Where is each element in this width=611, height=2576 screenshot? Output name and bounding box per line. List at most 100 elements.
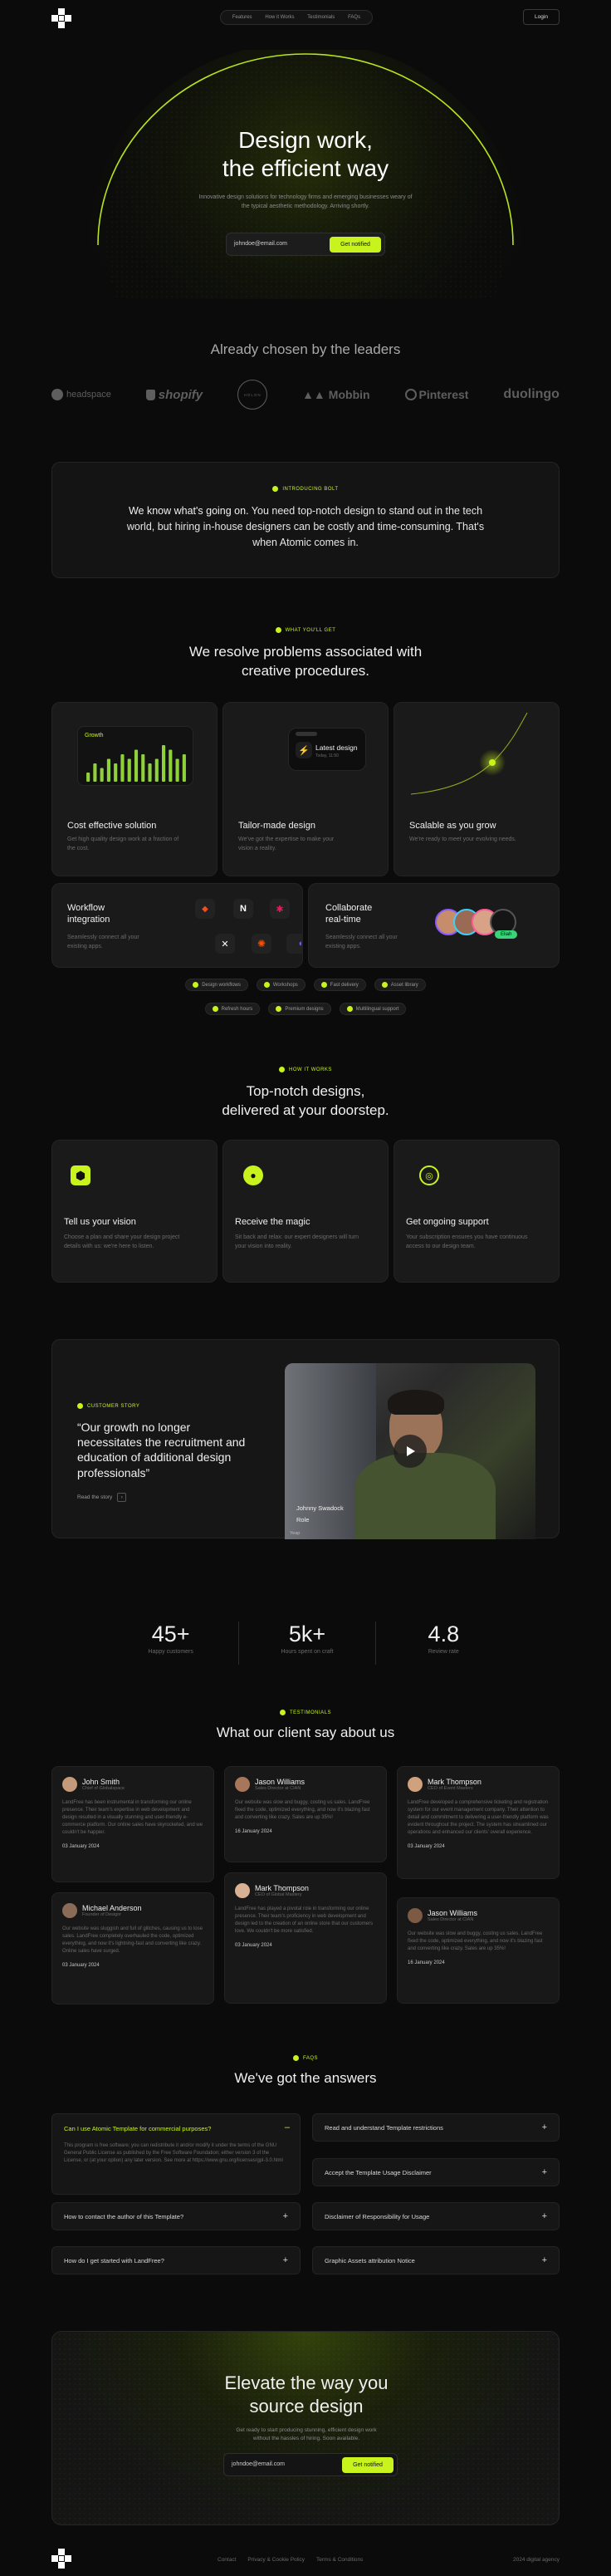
cta-card: Elevate the way you source design Get re… xyxy=(51,2331,560,2525)
growth-bar xyxy=(114,763,118,782)
nav-link-features[interactable]: Features xyxy=(232,15,252,20)
testimonials-title: What our client say about us xyxy=(216,1725,395,1740)
feature-title-tailor: Tailor-made design xyxy=(238,821,315,831)
minus-icon[interactable]: – xyxy=(285,2122,290,2132)
notion-icon: N xyxy=(233,899,253,919)
hero-email-input[interactable]: johndoe@email.com xyxy=(234,241,287,247)
faq-question: Can I use Atomic Template for commercial… xyxy=(64,2125,212,2132)
faq-item[interactable]: Read and understand Template restriction… xyxy=(312,2113,560,2142)
faq-eyebrow: FAQS xyxy=(302,2055,318,2061)
plus-icon: + xyxy=(541,2211,547,2221)
feature-title-workflow-1: Workflow xyxy=(67,903,105,913)
cta-text-line1: Get ready to start producing stunning, e… xyxy=(236,2427,377,2433)
step-text-vision: Choose a plan and share your design proj… xyxy=(64,1234,180,1249)
eyebrow-dot-icon xyxy=(275,627,281,633)
nav-link-how-it-works[interactable]: How it Works xyxy=(265,15,294,20)
footer-link-privacy[interactable]: Privacy & Cookie Policy xyxy=(247,2557,305,2563)
growth-bar xyxy=(182,754,186,782)
how-title-line1: Top-notch designs, xyxy=(246,1083,365,1099)
logo-holon: HOLON xyxy=(237,380,268,410)
step-card-magic: ● Receive the magic Sit back and relax: … xyxy=(222,1140,389,1283)
cta-notify-button[interactable]: Get notified xyxy=(342,2457,393,2473)
story-person-name: Johnny Swadock xyxy=(296,1504,344,1512)
features-title-line1: We resolve problems associated with xyxy=(188,644,423,660)
play-button[interactable] xyxy=(393,1435,427,1468)
faq-item[interactable]: Disclaimer of Responsibility for Usage + xyxy=(312,2202,560,2230)
logo-mark[interactable] xyxy=(51,8,71,28)
logo-headspace: headspace xyxy=(51,389,111,400)
feature-pill: Design workflows xyxy=(185,979,248,991)
plus-icon: + xyxy=(541,2167,547,2177)
faq-item-open[interactable]: Can I use Atomic Template for commercial… xyxy=(51,2113,301,2195)
step-card-support: ◎ Get ongoing support Your subscription … xyxy=(393,1140,560,1283)
story-quote: “Our growth no longer necessitates the r… xyxy=(77,1420,246,1479)
hero-notify-button[interactable]: Get notified xyxy=(330,237,381,253)
eyebrow-dot-icon xyxy=(77,1403,83,1409)
faq-item[interactable]: How to contact the author of this Templa… xyxy=(51,2202,301,2230)
feature-title-collab-2: real-time xyxy=(325,915,361,925)
footer-link-terms[interactable]: Terms & Conditions xyxy=(316,2557,363,2563)
testimonial-card: Mark Thompson CEO of Event Masters LandFr… xyxy=(397,1766,560,1879)
feature-pill: Asset library xyxy=(374,979,426,991)
eyebrow-dot-icon xyxy=(279,1710,286,1715)
top-nav: Features How it Works Testimonials FAQs xyxy=(220,10,373,25)
lightning-icon: ⚡ xyxy=(296,742,312,758)
faq-item[interactable]: Accept the Template Usage Disclaimer + xyxy=(312,2158,560,2186)
faq-item[interactable]: How do I get started with LandFree? + xyxy=(51,2246,301,2274)
feature-card-workflow: Workflow integration Seamlessly connect … xyxy=(51,883,303,968)
how-title-line2: delivered at your doorstep. xyxy=(222,1102,389,1118)
eyebrow-dot-icon xyxy=(272,486,279,492)
features-title-line2: creative procedures. xyxy=(241,662,370,679)
footer-link-contact[interactable]: Contact xyxy=(218,2557,236,2563)
hero-subtitle-line1: Innovative design solutions for technolo… xyxy=(198,194,413,200)
read-story-link[interactable]: Read the story › xyxy=(77,1493,127,1502)
step-title-magic: Receive the magic xyxy=(235,1217,310,1227)
testimonial-card: Mark Thompson CEO of Global Mastery LandF… xyxy=(224,1872,387,2004)
logo-mobbin: ▲▲ Mobbin xyxy=(302,388,370,401)
figma-icon: ◆ xyxy=(195,899,215,919)
plus-icon: + xyxy=(282,2211,288,2221)
story-photo-tag: Yeap xyxy=(290,1531,301,1536)
growth-bar xyxy=(134,749,139,782)
hero-signup-form: johndoe@email.com Get notified xyxy=(226,233,385,256)
testimonial-card: Jason Williams Sales Director at CIAN Our… xyxy=(224,1766,387,1862)
step-title-vision: Tell us your vision xyxy=(64,1217,136,1227)
step-text-support: Your subscription ensures you have conti… xyxy=(406,1234,528,1249)
story-eyebrow: CUSTOMER STORY xyxy=(87,1403,140,1409)
nav-link-testimonials[interactable]: Testimonials xyxy=(307,15,335,20)
plus-icon: + xyxy=(541,2255,547,2265)
intro-eyebrow: INTRODUCING BOLT xyxy=(282,486,339,492)
growth-bar xyxy=(169,749,173,782)
feature-title-scalable: Scalable as you grow xyxy=(409,821,496,831)
hero-subtitle-line2: the typical aesthetic methodology. Arriv… xyxy=(241,203,370,209)
eyebrow-dot-icon xyxy=(279,1067,286,1072)
nav-link-faqs[interactable]: FAQs xyxy=(348,15,360,20)
footer-copyright: 2024 digital agency xyxy=(512,2557,560,2563)
hero-title-line2: the efficient way xyxy=(222,155,389,181)
growth-bar xyxy=(86,773,90,782)
faq-title: We've got the answers xyxy=(234,2070,377,2086)
growth-curve xyxy=(410,712,528,795)
fingerprint-icon: ◎ xyxy=(419,1165,439,1185)
growth-bar xyxy=(106,758,110,782)
notification-title: Latest design xyxy=(315,743,358,752)
avatar xyxy=(62,1903,77,1918)
slack-icon: ✱ xyxy=(270,899,290,919)
growth-bar xyxy=(100,768,104,782)
cursor-name-badge: Eliah xyxy=(495,930,518,939)
growth-bar xyxy=(127,758,131,782)
growth-chart: Growth xyxy=(77,726,193,786)
intro-card: INTRODUCING BOLT We know what's going on… xyxy=(51,462,560,578)
cta-email-input[interactable]: johndoe@email.com xyxy=(232,2461,285,2467)
login-button[interactable]: Login xyxy=(523,9,560,25)
intro-lead: We know what's going on. xyxy=(128,505,249,517)
plus-icon: + xyxy=(282,2255,288,2265)
feature-title-collab-1: Collaborate xyxy=(325,903,373,913)
feature-card-cost: Growth Cost effective solution Get high … xyxy=(51,702,218,876)
footer-logo[interactable] xyxy=(51,2549,71,2569)
avatar xyxy=(408,1908,423,1923)
stats-row: 45+ Happy customers 5k+ Hours spent on c… xyxy=(103,1622,511,1665)
cta-text-line2: without the hassles of hiring. Soon avai… xyxy=(252,2435,360,2441)
eyebrow-dot-icon xyxy=(292,2055,299,2061)
faq-item[interactable]: Graphic Assets attribution Notice + xyxy=(312,2246,560,2274)
